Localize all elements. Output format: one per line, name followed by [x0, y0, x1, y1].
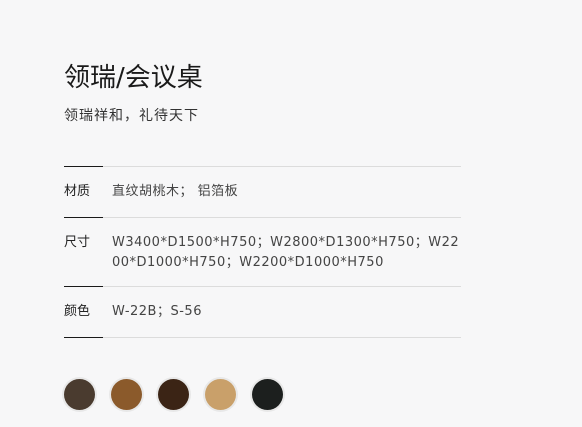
- spec-row-size: 尺寸 W3400*D1500*H750；W2800*D1300*H750；W22…: [64, 217, 461, 286]
- color-swatch-list: [64, 379, 283, 410]
- color-swatch-dark-walnut[interactable]: [64, 379, 95, 410]
- spec-value-material: 直纹胡桃木； 铝箔板: [112, 184, 239, 199]
- color-swatch-light-oak[interactable]: [205, 379, 236, 410]
- spec-value-color: W-22B；S-56: [112, 304, 202, 319]
- spec-label-color: 颜色: [64, 304, 91, 319]
- spec-value-size: W3400*D1500*H750；W2800*D1300*H750；W2200*…: [112, 235, 460, 270]
- spec-label-material: 材质: [64, 184, 91, 199]
- spec-label-size: 尺寸: [64, 235, 91, 250]
- product-slogan: 领瑞祥和，礼待天下: [64, 108, 199, 124]
- spec-row-material: 材质 直纹胡桃木； 铝箔板: [64, 166, 461, 217]
- color-swatch-black[interactable]: [252, 379, 283, 410]
- spec-row-color: 颜色 W-22B；S-56: [64, 286, 461, 338]
- color-swatch-medium-walnut[interactable]: [111, 379, 142, 410]
- product-title: 领瑞/会议桌: [64, 63, 203, 93]
- color-swatch-espresso[interactable]: [158, 379, 189, 410]
- spec-table: 材质 直纹胡桃木； 铝箔板 尺寸 W3400*D1500*H750；W2800*…: [64, 166, 461, 338]
